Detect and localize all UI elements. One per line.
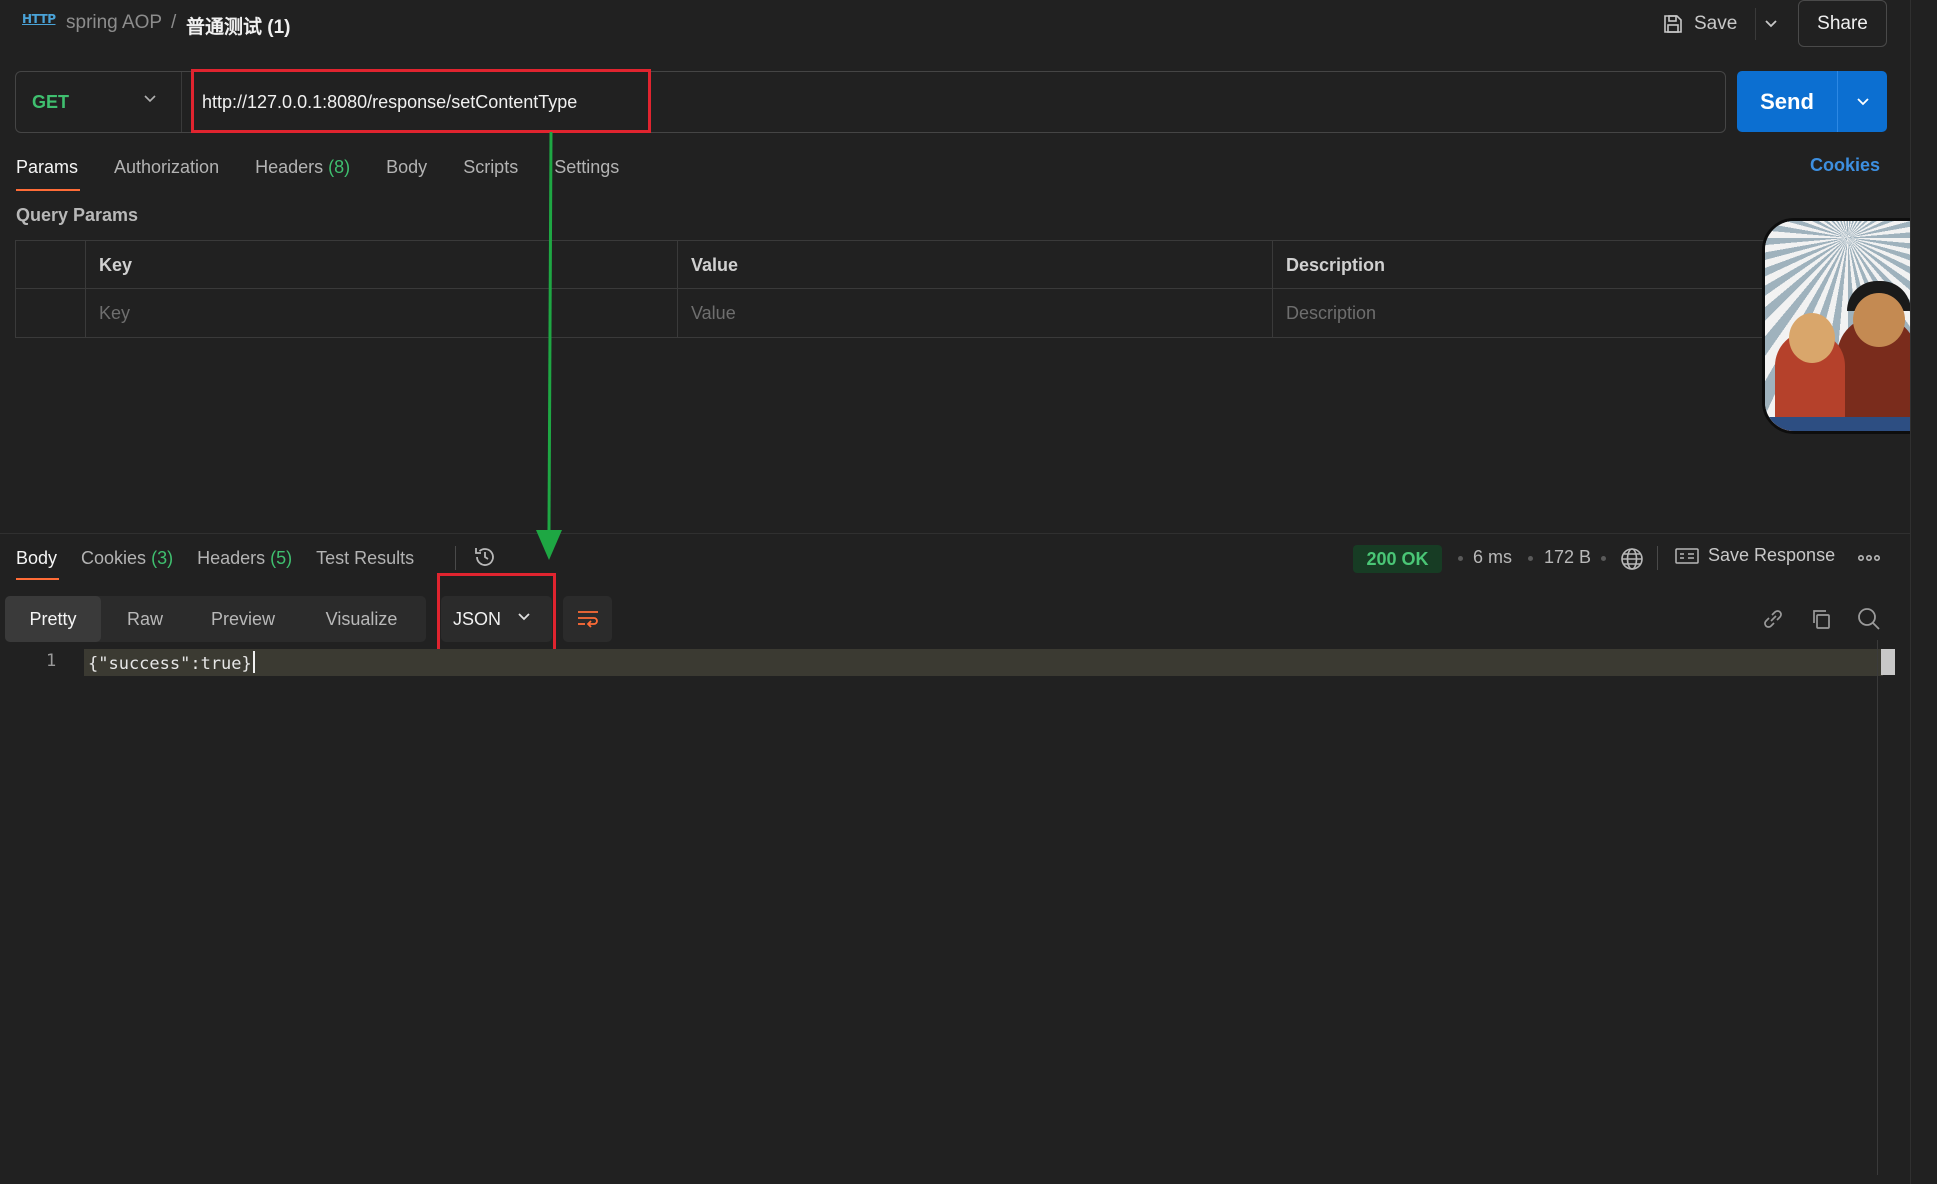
view-preview[interactable]: Preview	[189, 596, 297, 642]
line-number: 1	[46, 651, 57, 671]
response-tabs: Body Cookies (3) Headers (5) Test Result…	[16, 546, 438, 582]
chevron-down-icon	[1764, 20, 1777, 28]
tab-label: Headers	[197, 548, 266, 568]
key-input[interactable]: Key	[85, 289, 677, 337]
view-visualize[interactable]: Visualize	[297, 596, 426, 642]
query-params-table: Key Value Description Key Value Descript…	[15, 240, 1781, 338]
tab-authorization[interactable]: Authorization	[114, 155, 255, 193]
breadcrumb-collection[interactable]: spring AOP	[66, 12, 162, 34]
tab-label: Params	[16, 157, 79, 177]
divider	[1657, 546, 1658, 570]
text-cursor	[252, 651, 255, 673]
tab-label: Headers	[255, 157, 324, 177]
meta-separator	[1601, 556, 1606, 561]
table-header-row: Key Value Description	[16, 241, 1780, 289]
meta-separator	[1458, 556, 1463, 561]
response-body-editor[interactable]: {"success":true}	[88, 651, 255, 674]
save-response-label: Save Response	[1708, 545, 1836, 565]
cookies-link[interactable]: Cookies	[1810, 155, 1880, 176]
tab-headers[interactable]: Headers (8)	[255, 155, 386, 193]
save-label: Save	[1694, 13, 1738, 34]
tab-count: (5)	[270, 548, 293, 568]
wrap-lines-icon	[577, 611, 598, 628]
share-button[interactable]: Share	[1798, 0, 1887, 47]
editor-scrollbar-track[interactable]	[1877, 640, 1878, 1175]
chevron-down-icon	[144, 95, 156, 103]
value-input[interactable]: Value	[677, 289, 1272, 337]
tab-count: (8)	[328, 157, 351, 177]
query-params-title: Query Params	[16, 205, 139, 225]
section-divider	[0, 533, 1910, 534]
row-checkbox-cell	[16, 289, 85, 337]
tab-label: Scripts	[463, 157, 519, 177]
tab-settings[interactable]: Settings	[554, 155, 655, 193]
annotation-arrow	[536, 132, 562, 560]
response-view-switcher: Pretty Raw Preview Visualize	[5, 596, 426, 642]
editor-scrollbar-thumb[interactable]	[1881, 649, 1895, 675]
active-line-highlight	[84, 649, 1883, 676]
http-icon: HTTP	[22, 12, 56, 26]
wrap-lines-button[interactable]	[563, 596, 612, 642]
send-button-group: Send	[1737, 71, 1887, 132]
tab-label: Cookies	[81, 548, 147, 568]
copy-icon[interactable]	[1807, 605, 1835, 633]
tab-body[interactable]: Body	[386, 155, 463, 193]
tab-label: Authorization	[114, 157, 220, 177]
link-icon[interactable]	[1759, 605, 1787, 633]
send-button[interactable]: Send	[1737, 71, 1838, 132]
method-select[interactable]: GET	[16, 72, 182, 132]
tab-test-results[interactable]: Test Results	[316, 546, 438, 582]
url-highlight-annotation	[191, 69, 651, 133]
divider	[455, 546, 456, 570]
column-header-value: Value	[677, 241, 1272, 289]
postman-window: HTTP spring AOP / 普通测试 (1) Save Share GE…	[0, 0, 1937, 1184]
save-response-icon	[1675, 547, 1699, 564]
right-panel-edge	[1910, 0, 1937, 1184]
request-title[interactable]: 普通测试 (1)	[186, 12, 291, 39]
tab-params[interactable]: Params	[16, 155, 114, 193]
breadcrumb-separator: /	[171, 12, 177, 33]
status-badge[interactable]: 200 OK	[1353, 545, 1442, 573]
view-raw[interactable]: Raw	[101, 596, 189, 642]
checkbox-column	[16, 241, 85, 289]
column-header-description: Description	[1272, 241, 1782, 289]
tab-label: Test Results	[316, 548, 415, 568]
code-line: {"success":true}	[88, 654, 252, 674]
send-options-button[interactable]	[1838, 71, 1887, 132]
history-icon[interactable]	[472, 544, 498, 570]
chevron-down-icon	[1856, 97, 1869, 105]
response-time[interactable]: 6 ms	[1473, 547, 1512, 568]
tab-label: Body	[16, 548, 58, 568]
view-pretty[interactable]: Pretty	[5, 596, 101, 642]
format-highlight-annotation	[437, 573, 556, 654]
save-options-button[interactable]	[1755, 8, 1785, 40]
tab-label: Body	[386, 157, 428, 177]
table-row: Key Value Description	[16, 289, 1780, 337]
tab-response-cookies[interactable]: Cookies (3)	[81, 546, 197, 582]
method-label: GET	[32, 91, 70, 112]
globe-icon[interactable]	[1619, 546, 1645, 572]
top-bar: HTTP spring AOP / 普通测试 (1) Save Share	[0, 0, 1910, 48]
more-icon[interactable]	[1857, 550, 1881, 566]
tab-response-body[interactable]: Body	[16, 546, 81, 582]
save-icon	[1664, 15, 1682, 33]
tab-count: (3)	[151, 548, 174, 568]
column-header-key: Key	[85, 241, 677, 289]
save-response-button[interactable]: Save Response	[1674, 545, 1835, 566]
description-input[interactable]: Description	[1272, 289, 1782, 337]
tab-response-headers[interactable]: Headers (5)	[197, 546, 316, 582]
meta-separator	[1528, 556, 1533, 561]
search-icon[interactable]	[1855, 605, 1883, 633]
save-button[interactable]: Save	[1662, 8, 1737, 40]
response-size[interactable]: 172 B	[1544, 547, 1591, 568]
